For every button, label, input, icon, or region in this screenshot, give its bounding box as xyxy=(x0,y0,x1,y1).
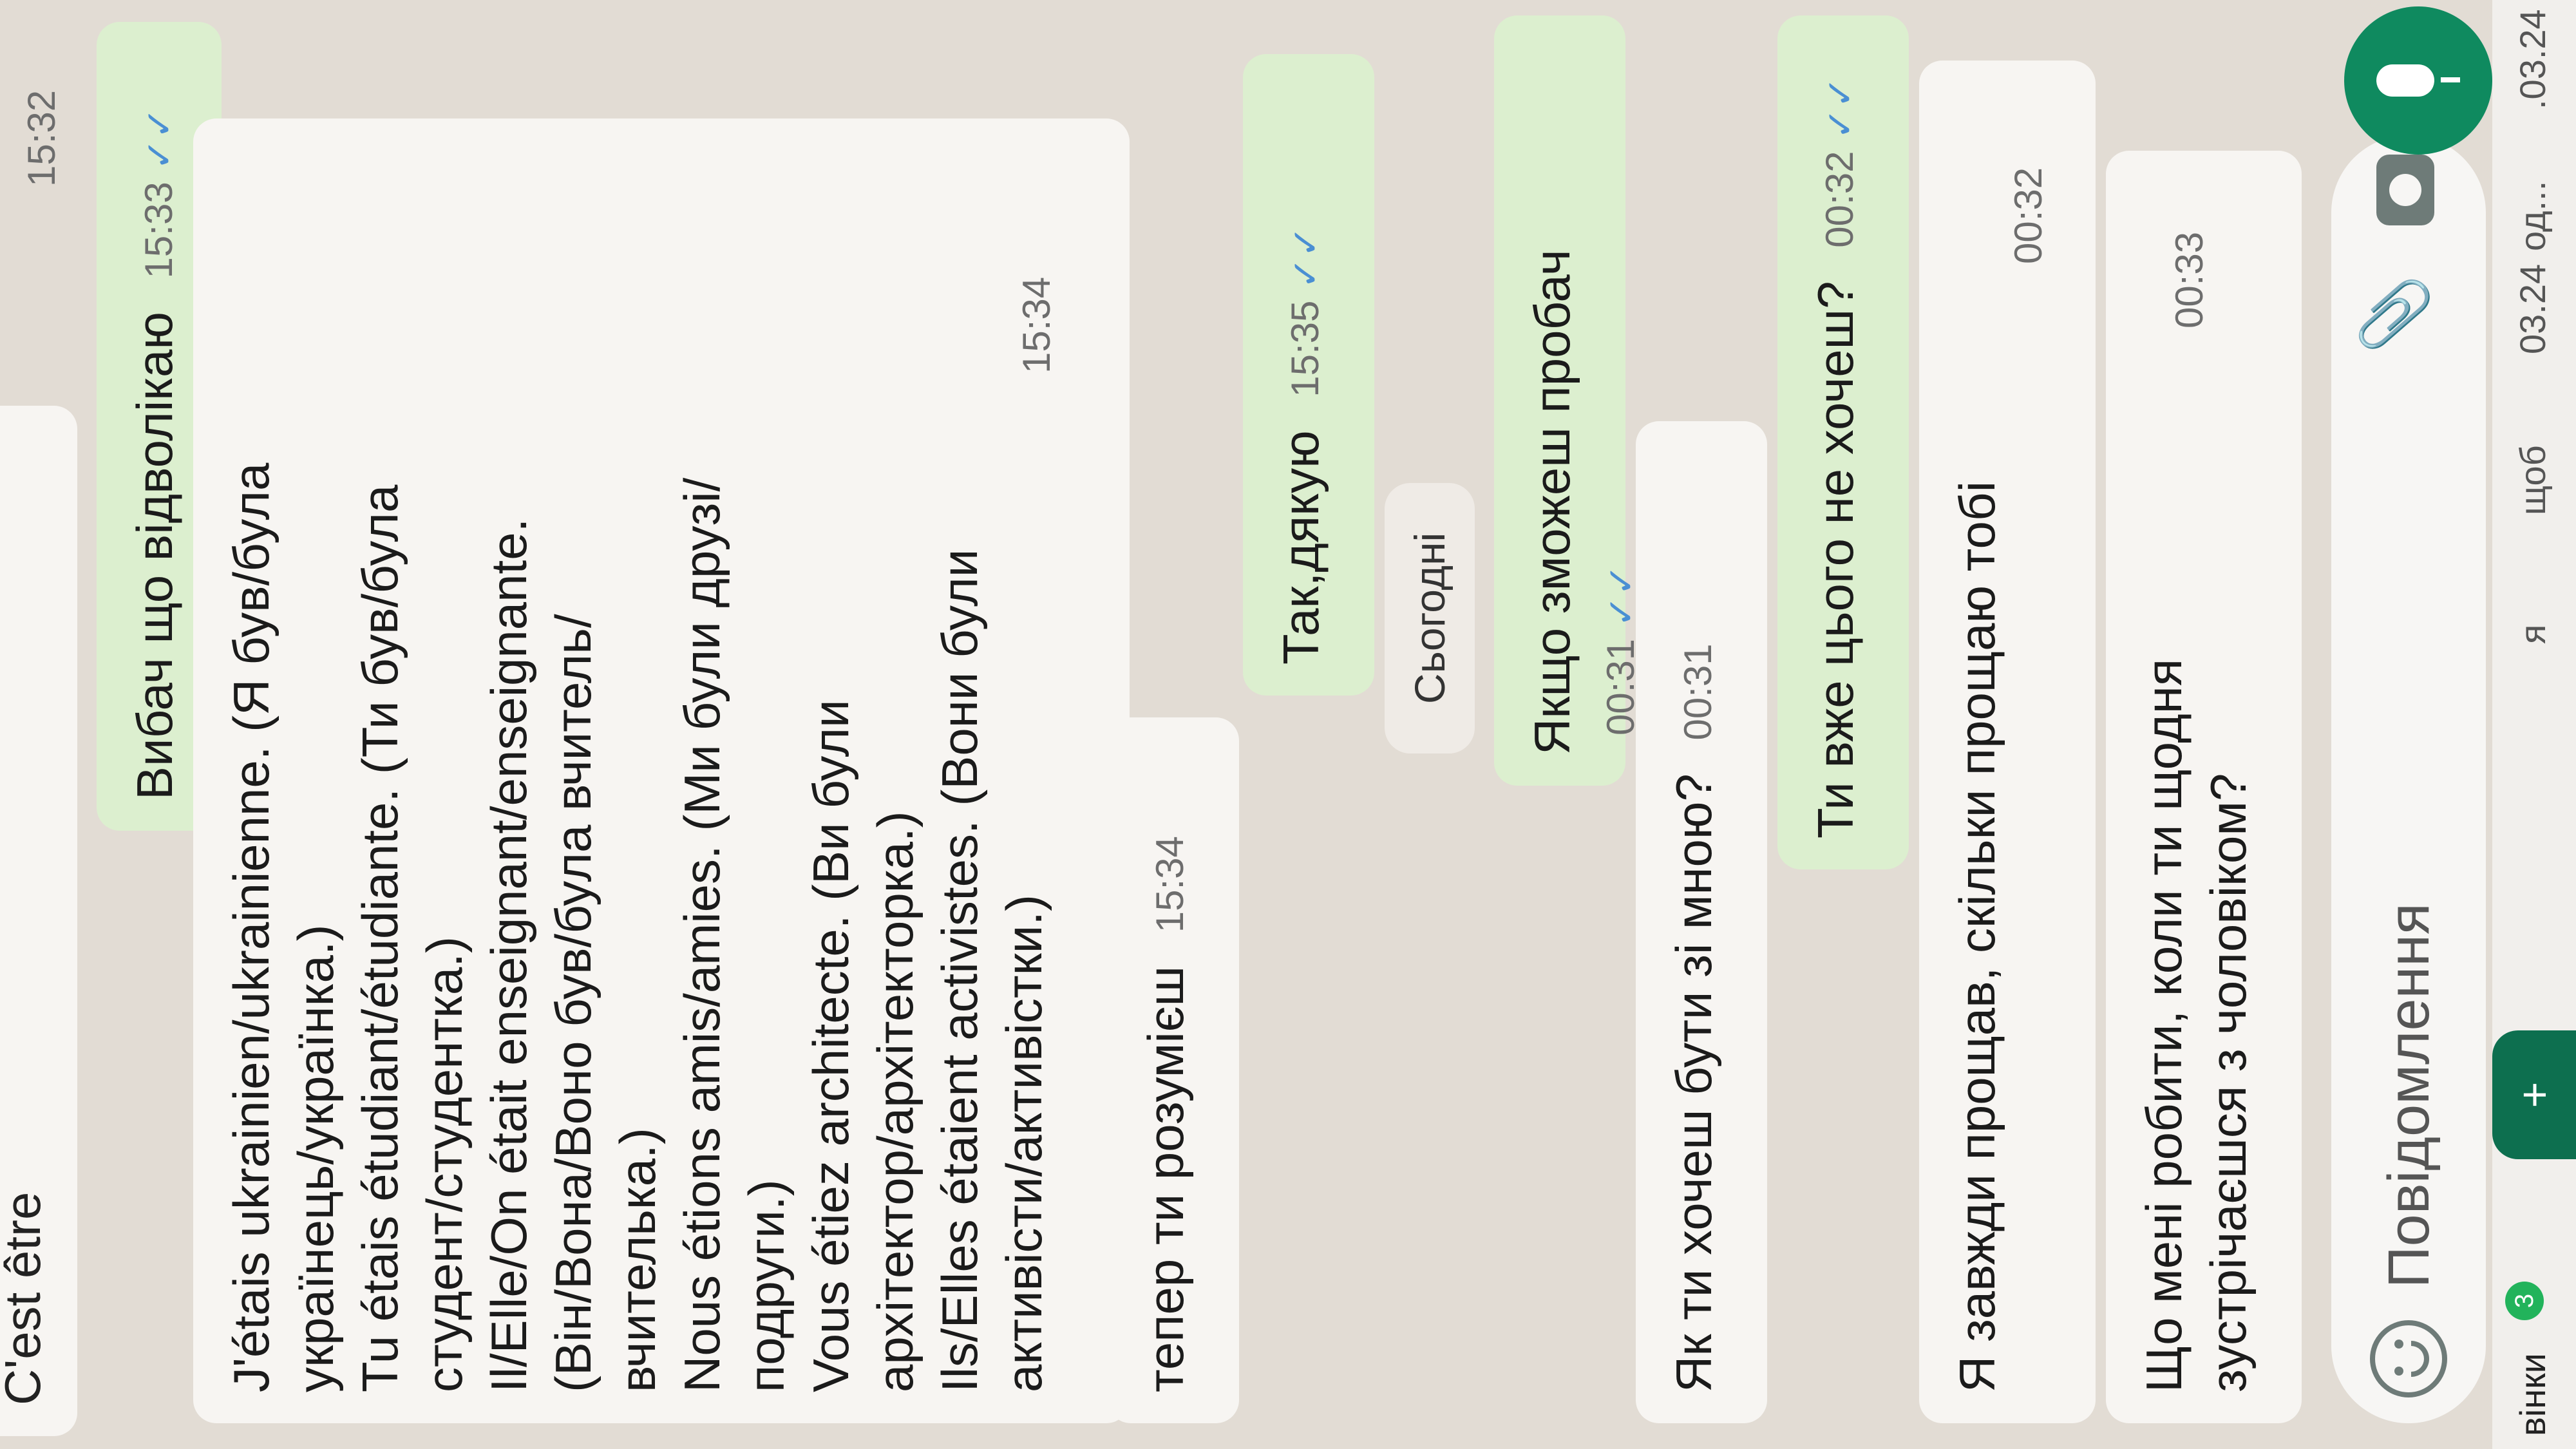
message-line: подруги.) xyxy=(738,1179,795,1392)
message-text: Вибач що відволікаю xyxy=(126,312,183,800)
message-time: 00:31 xyxy=(1676,643,1719,741)
message-text: Я завжди прощав, скільки прощаю тобі xyxy=(1949,481,2005,1392)
read-receipt-icon: ✓✓ xyxy=(1285,226,1327,289)
message-line: вчителька.) xyxy=(609,1128,666,1392)
message-line: J'étais ukrainien/ukrainienne. (Я був/бу… xyxy=(223,462,279,1392)
message-bubble-incoming[interactable]: Я завжди прощав, скільки прощаю тобі 00:… xyxy=(1919,61,2096,1423)
message-bubble-outgoing[interactable]: Так,дякую 15:35 ✓✓ xyxy=(1243,54,1374,696)
message-time: 15:35 xyxy=(1283,300,1327,397)
message-line: Il/Elle/On était enseignant/enseignante. xyxy=(480,518,537,1392)
message-time: 15:34 xyxy=(1015,276,1058,374)
chat-list-preview: я xyxy=(2512,624,2553,644)
message-text: тепер ти розумієш xyxy=(1137,965,1194,1392)
message-time: 00:32 xyxy=(2007,167,2050,264)
message-line: (Він/Вона/Воно був/була вчитель/ xyxy=(545,614,601,1392)
message-line: Nous étions amis/amies. (Ми були друзі/ xyxy=(674,477,730,1392)
message-input-placeholder[interactable]: Повідомлення xyxy=(2376,903,2443,1288)
message-line: українець/українка.) xyxy=(287,924,344,1393)
chat-list-strip: .03.24 од... 03.24 щоб я вінки 3 + xyxy=(2492,0,2576,1449)
read-receipt-icon: ✓✓ xyxy=(1819,77,1861,140)
attach-icon[interactable]: 📎 xyxy=(2357,274,2432,354)
message-text: Ти вже цього не хочеш? xyxy=(1807,281,1864,838)
message-bubble-incoming[interactable]: Що мені робити, коли ти щодня зустрічаєш… xyxy=(2106,151,2302,1423)
message-line: Vous étiez architecte. (Ви були xyxy=(802,699,859,1392)
mic-button[interactable] xyxy=(2344,6,2492,155)
chat-list-preview: од... xyxy=(2512,180,2553,251)
message-line: зустрічаєшся з чоловіком? xyxy=(2200,773,2257,1392)
calls-tab-label[interactable]: вінки xyxy=(2512,1353,2553,1436)
message-text: Якщо зможеш пробач xyxy=(1524,249,1580,755)
previous-message-time: 15:32 xyxy=(20,90,63,187)
chat-list-date: .03.24 xyxy=(2512,9,2553,109)
previous-message-text: C'est être xyxy=(0,1191,51,1405)
previous-message-bubble: C'est être xyxy=(0,406,77,1436)
message-bubble-incoming[interactable]: Як ти хочеш бути зі мною? 00:31 xyxy=(1636,421,1767,1423)
chat-list-date: 03.24 xyxy=(2512,263,2553,354)
chat-screen: C'est être 15:32 Вибач що відволікаю 15:… xyxy=(0,0,2576,1449)
message-line: Що мені робити, коли ти щодня xyxy=(2136,658,2192,1392)
message-time: 15:34 xyxy=(1148,836,1191,933)
message-line: Tu étais étudiant/étudiante. (Ти був/бул… xyxy=(352,484,408,1392)
message-text: Так,дякую xyxy=(1273,430,1329,665)
message-time: 00:32 xyxy=(1818,151,1861,248)
message-bubble-incoming[interactable]: тепер ти розумієш 15:34 xyxy=(1108,717,1239,1423)
message-bubble-outgoing[interactable]: Ти вже цього не хочеш? 00:32 ✓✓ xyxy=(1777,15,1909,869)
message-text: Як ти хочеш бути зі мною? xyxy=(1665,773,1722,1392)
new-chat-fab[interactable]: + xyxy=(2492,1030,2576,1159)
message-time: 15:33 xyxy=(137,182,180,279)
camera-icon[interactable] xyxy=(2376,155,2434,225)
date-separator: Сьогодні xyxy=(1385,483,1475,753)
message-time: 00:33 xyxy=(2168,231,2211,328)
message-line: студент/студентка.) xyxy=(416,936,473,1392)
chat-list-preview: щоб xyxy=(2512,445,2553,515)
calls-badge: 3 xyxy=(2505,1282,2544,1320)
message-bubble-outgoing[interactable]: Якщо зможеш пробач 00:31✓✓ xyxy=(1494,15,1642,786)
message-line: архітектор/архітекторка.) xyxy=(867,811,923,1392)
emoji-icon[interactable] xyxy=(2370,1320,2447,1397)
message-line: Ils/Elles étaient activistes. (Вони були xyxy=(931,549,988,1392)
message-bubble-incoming[interactable]: J'étais ukrainien/ukrainienne. (Я був/бу… xyxy=(193,118,1130,1423)
read-receipt-icon: ✓✓ xyxy=(138,108,180,171)
